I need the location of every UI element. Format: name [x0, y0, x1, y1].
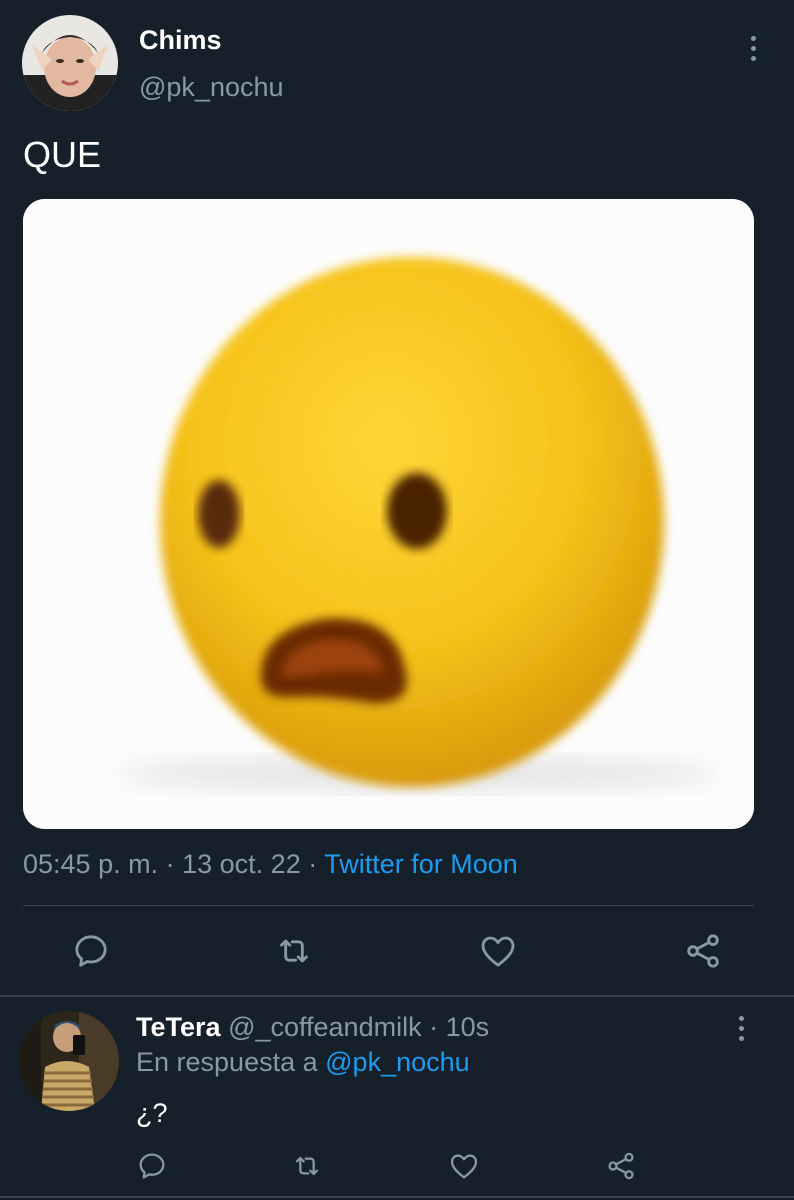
divider [23, 905, 754, 906]
share-icon [608, 1152, 634, 1180]
reply-separator-line [0, 1196, 794, 1198]
author-avatar[interactable] [22, 15, 118, 111]
retweet-button[interactable] [270, 927, 318, 975]
retweet-icon [280, 939, 308, 963]
tweet-time: 05:45 p. m. [23, 849, 159, 879]
tweet-separator [0, 995, 794, 997]
author-handle[interactable]: @pk_nochu [139, 70, 284, 104]
more-options-icon[interactable] [741, 28, 765, 68]
reply-share-button[interactable] [597, 1142, 645, 1190]
tweet-text: QUE [23, 134, 102, 175]
reply-author-avatar[interactable] [19, 1011, 119, 1111]
in-reply-to: En respuesta a @pk_nochu [136, 1044, 470, 1080]
tweet-source-link[interactable]: Twitter for Moon [324, 849, 518, 879]
avatar-photo [22, 15, 118, 111]
reply-text: ¿? [136, 1098, 168, 1128]
reply-icon [139, 1153, 165, 1179]
reply-retweet-button[interactable] [283, 1142, 331, 1190]
in-reply-prefix: En respuesta a [136, 1047, 318, 1077]
frightened-face-emoji [23, 199, 754, 829]
in-reply-handle-link[interactable]: @pk_nochu [325, 1047, 470, 1077]
tweet-meta: 05:45 p. m. · 13 oct. 22 · Twitter for M… [23, 846, 518, 882]
meta-separator: · [165, 849, 175, 879]
reply-separator: · [429, 1012, 439, 1042]
heart-icon [481, 936, 515, 967]
author-name[interactable]: Chims [139, 24, 222, 56]
tweet-media-image[interactable] [23, 199, 754, 829]
tweet-date[interactable]: 13 oct. 22 [182, 849, 301, 879]
reply-like-button[interactable] [440, 1142, 488, 1190]
meta-separator: · [308, 849, 318, 879]
retweet-icon [295, 1156, 319, 1176]
like-button[interactable] [474, 927, 522, 975]
share-icon [687, 934, 719, 968]
reply-button[interactable] [67, 927, 115, 975]
reply-time[interactable]: 10s [446, 1012, 490, 1042]
reply-icon [75, 935, 107, 967]
reply-header: TeTera @_coffeandmilk · 10s [136, 1010, 489, 1044]
heart-icon [450, 1154, 478, 1179]
share-button[interactable] [679, 927, 727, 975]
reply-avatar-photo [19, 1011, 119, 1111]
reply-more-options-icon[interactable] [729, 1008, 753, 1048]
reply-reply-button[interactable] [128, 1142, 176, 1190]
reply-author-name[interactable]: TeTera [136, 1012, 221, 1042]
reply-author-handle[interactable]: @_coffeandmilk [228, 1012, 422, 1042]
